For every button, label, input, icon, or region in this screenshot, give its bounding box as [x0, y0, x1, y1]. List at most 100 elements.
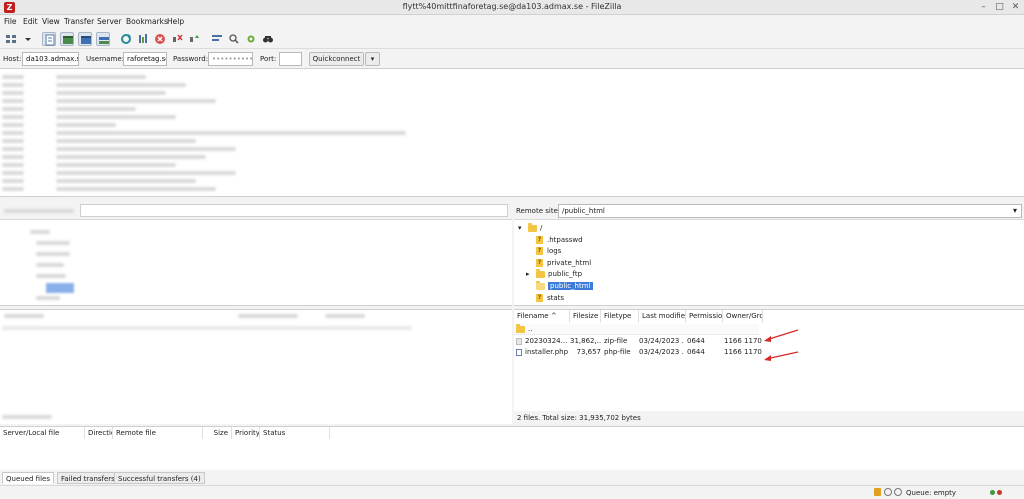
- sort-ascending-icon: ^: [550, 312, 557, 320]
- remote-directory-tree[interactable]: ▾ / ? .htpasswd ? logs ? private_html ▸ publi…: [514, 220, 1024, 306]
- queue-tabs: Queued files Failed transfers Successful…: [0, 472, 1024, 485]
- column-filetype[interactable]: Filetype: [601, 310, 639, 323]
- directory-listing-filter-icon[interactable]: [210, 32, 224, 46]
- host-input[interactable]: da103.admax.se: [22, 52, 79, 66]
- file-row-zip[interactable]: 20230324... 31,862,... zip-file 03/24/20…: [514, 336, 762, 347]
- tab-failed-transfers[interactable]: Failed transfers: [57, 472, 119, 484]
- column-permission[interactable]: Permission: [686, 310, 723, 323]
- tree-item-public-ftp[interactable]: ▸ public_ftp: [526, 268, 582, 280]
- disconnect-icon[interactable]: [170, 32, 184, 46]
- speed-limit-icon[interactable]: [894, 488, 902, 496]
- reconnect-icon[interactable]: [187, 32, 201, 46]
- local-site-path-input[interactable]: [80, 204, 508, 217]
- toggle-remote-tree-icon[interactable]: [78, 32, 92, 46]
- local-directory-tree[interactable]: [0, 220, 512, 306]
- port-input[interactable]: [279, 52, 302, 66]
- refresh-icon[interactable]: [119, 32, 133, 46]
- remote-status-bar: 2 files. Total size: 31,935,702 bytes: [514, 411, 1024, 424]
- queue-column-remote-file[interactable]: Remote file: [113, 427, 203, 439]
- tab-queued-files[interactable]: Queued files: [2, 472, 54, 484]
- tree-item-logs[interactable]: ? logs: [536, 246, 561, 257]
- tree-item-private-html[interactable]: ? private_html: [536, 258, 591, 269]
- window-title: flytt%40mittfinaforetag.se@da103.admax.s…: [402, 2, 622, 11]
- menu-server[interactable]: Server: [97, 17, 122, 26]
- close-button[interactable]: ✕: [1010, 2, 1021, 13]
- site-manager-icon[interactable]: [4, 32, 18, 46]
- column-last-modified[interactable]: Last modified: [639, 310, 686, 323]
- quickconnect-bar: Host: da103.admax.se Username: raforetag…: [0, 49, 1024, 69]
- queue-column-priority[interactable]: Priority: [232, 427, 260, 439]
- menu-bookmarks[interactable]: Bookmarks: [126, 17, 168, 26]
- compare-icon[interactable]: [227, 32, 241, 46]
- collapsed-arrow-icon[interactable]: ▸: [526, 269, 536, 280]
- host-label: Host:: [3, 55, 22, 63]
- remote-summary: 2 files. Total size: 31,935,702 bytes: [517, 414, 641, 422]
- password-input[interactable]: ••••••••••••: [208, 52, 253, 66]
- menu-transfer[interactable]: Transfer: [64, 17, 94, 26]
- remote-site-input[interactable]: /public_html ▾: [558, 204, 1022, 218]
- port-label: Port:: [260, 55, 277, 63]
- minimize-button[interactable]: –: [978, 2, 989, 13]
- cancel-icon[interactable]: [153, 32, 167, 46]
- local-file-list[interactable]: [0, 309, 512, 424]
- queue-column-direction[interactable]: Directio: [85, 427, 113, 439]
- chevron-down-icon[interactable]: ▾: [1013, 206, 1017, 215]
- unknown-file-icon: ?: [536, 247, 543, 255]
- local-selected-folder[interactable]: [46, 283, 74, 293]
- zip-file-icon: [516, 338, 522, 345]
- upload-indicator-icon: [990, 490, 995, 495]
- folder-icon: [536, 268, 545, 278]
- remote-site-path: /public_html: [562, 207, 605, 215]
- quickconnect-history-dropdown[interactable]: ▾: [365, 52, 380, 66]
- unknown-file-icon: ?: [536, 236, 543, 244]
- toggle-log-icon[interactable]: [42, 32, 56, 46]
- lock-icon: [874, 488, 881, 496]
- chevron-down-icon[interactable]: [21, 32, 35, 46]
- username-label: Username:: [86, 55, 125, 63]
- menu-help[interactable]: Help: [167, 17, 184, 26]
- search-remote-icon[interactable]: [261, 32, 275, 46]
- queue-column-local-file[interactable]: Server/Local file: [0, 427, 85, 439]
- tree-item-stats[interactable]: ? stats: [536, 293, 564, 304]
- menu-bar: File Edit View Transfer Server Bookmarks…: [0, 15, 1024, 29]
- column-owner-group[interactable]: Owner/Group: [723, 310, 763, 323]
- local-site-bar: [0, 201, 512, 220]
- tree-item-public-html[interactable]: public_html: [536, 280, 593, 292]
- annotation-arrow-icon: [764, 329, 799, 361]
- folder-icon: [516, 324, 525, 333]
- expanded-arrow-icon[interactable]: ▾: [518, 223, 528, 234]
- column-filesize[interactable]: Filesize: [570, 310, 601, 323]
- toggle-queue-icon[interactable]: [96, 32, 110, 46]
- maximize-button[interactable]: □: [994, 2, 1005, 13]
- gear-icon[interactable]: [884, 488, 892, 496]
- folder-icon: [528, 222, 537, 232]
- message-log: [0, 69, 1024, 197]
- toolbar: [0, 29, 1024, 49]
- menu-edit[interactable]: Edit: [23, 17, 38, 26]
- queue-column-size[interactable]: Size: [203, 427, 232, 439]
- tree-item-htpasswd[interactable]: ? .htpasswd: [536, 235, 583, 246]
- sync-browsing-icon[interactable]: [244, 32, 258, 46]
- remote-site-bar: Remote site: /public_html ▾: [514, 201, 1024, 220]
- column-filename[interactable]: Filename ^: [514, 310, 570, 323]
- username-input[interactable]: raforetag.se: [123, 52, 167, 66]
- menu-view[interactable]: View: [42, 17, 60, 26]
- toggle-local-tree-icon[interactable]: [60, 32, 74, 46]
- php-file-icon: [516, 349, 522, 356]
- file-row-parent[interactable]: ..: [514, 324, 759, 335]
- file-row-php[interactable]: installer.php 73,657 php-file 03/24/2023…: [514, 347, 762, 358]
- process-queue-icon[interactable]: [136, 32, 150, 46]
- tree-item-root[interactable]: ▾ /: [518, 222, 542, 234]
- title-bar: Z flytt%40mittfinaforetag.se@da103.admax…: [0, 0, 1024, 15]
- queue-column-status[interactable]: Status: [260, 427, 330, 439]
- tab-successful-transfers[interactable]: Successful transfers (4): [114, 472, 205, 484]
- quickconnect-button[interactable]: Quickconnect: [309, 52, 364, 66]
- menu-file[interactable]: File: [4, 17, 17, 26]
- remote-site-label: Remote site:: [516, 207, 561, 215]
- transfer-queue[interactable]: Server/Local file Directio Remote file S…: [0, 426, 1024, 470]
- remote-file-list[interactable]: Filename ^ Filesize Filetype Last modifi…: [514, 309, 1024, 411]
- unknown-file-icon: ?: [536, 259, 543, 267]
- password-label: Password:: [173, 55, 209, 63]
- unknown-file-icon: ?: [536, 294, 543, 302]
- status-bar: Queue: empty: [0, 485, 1024, 499]
